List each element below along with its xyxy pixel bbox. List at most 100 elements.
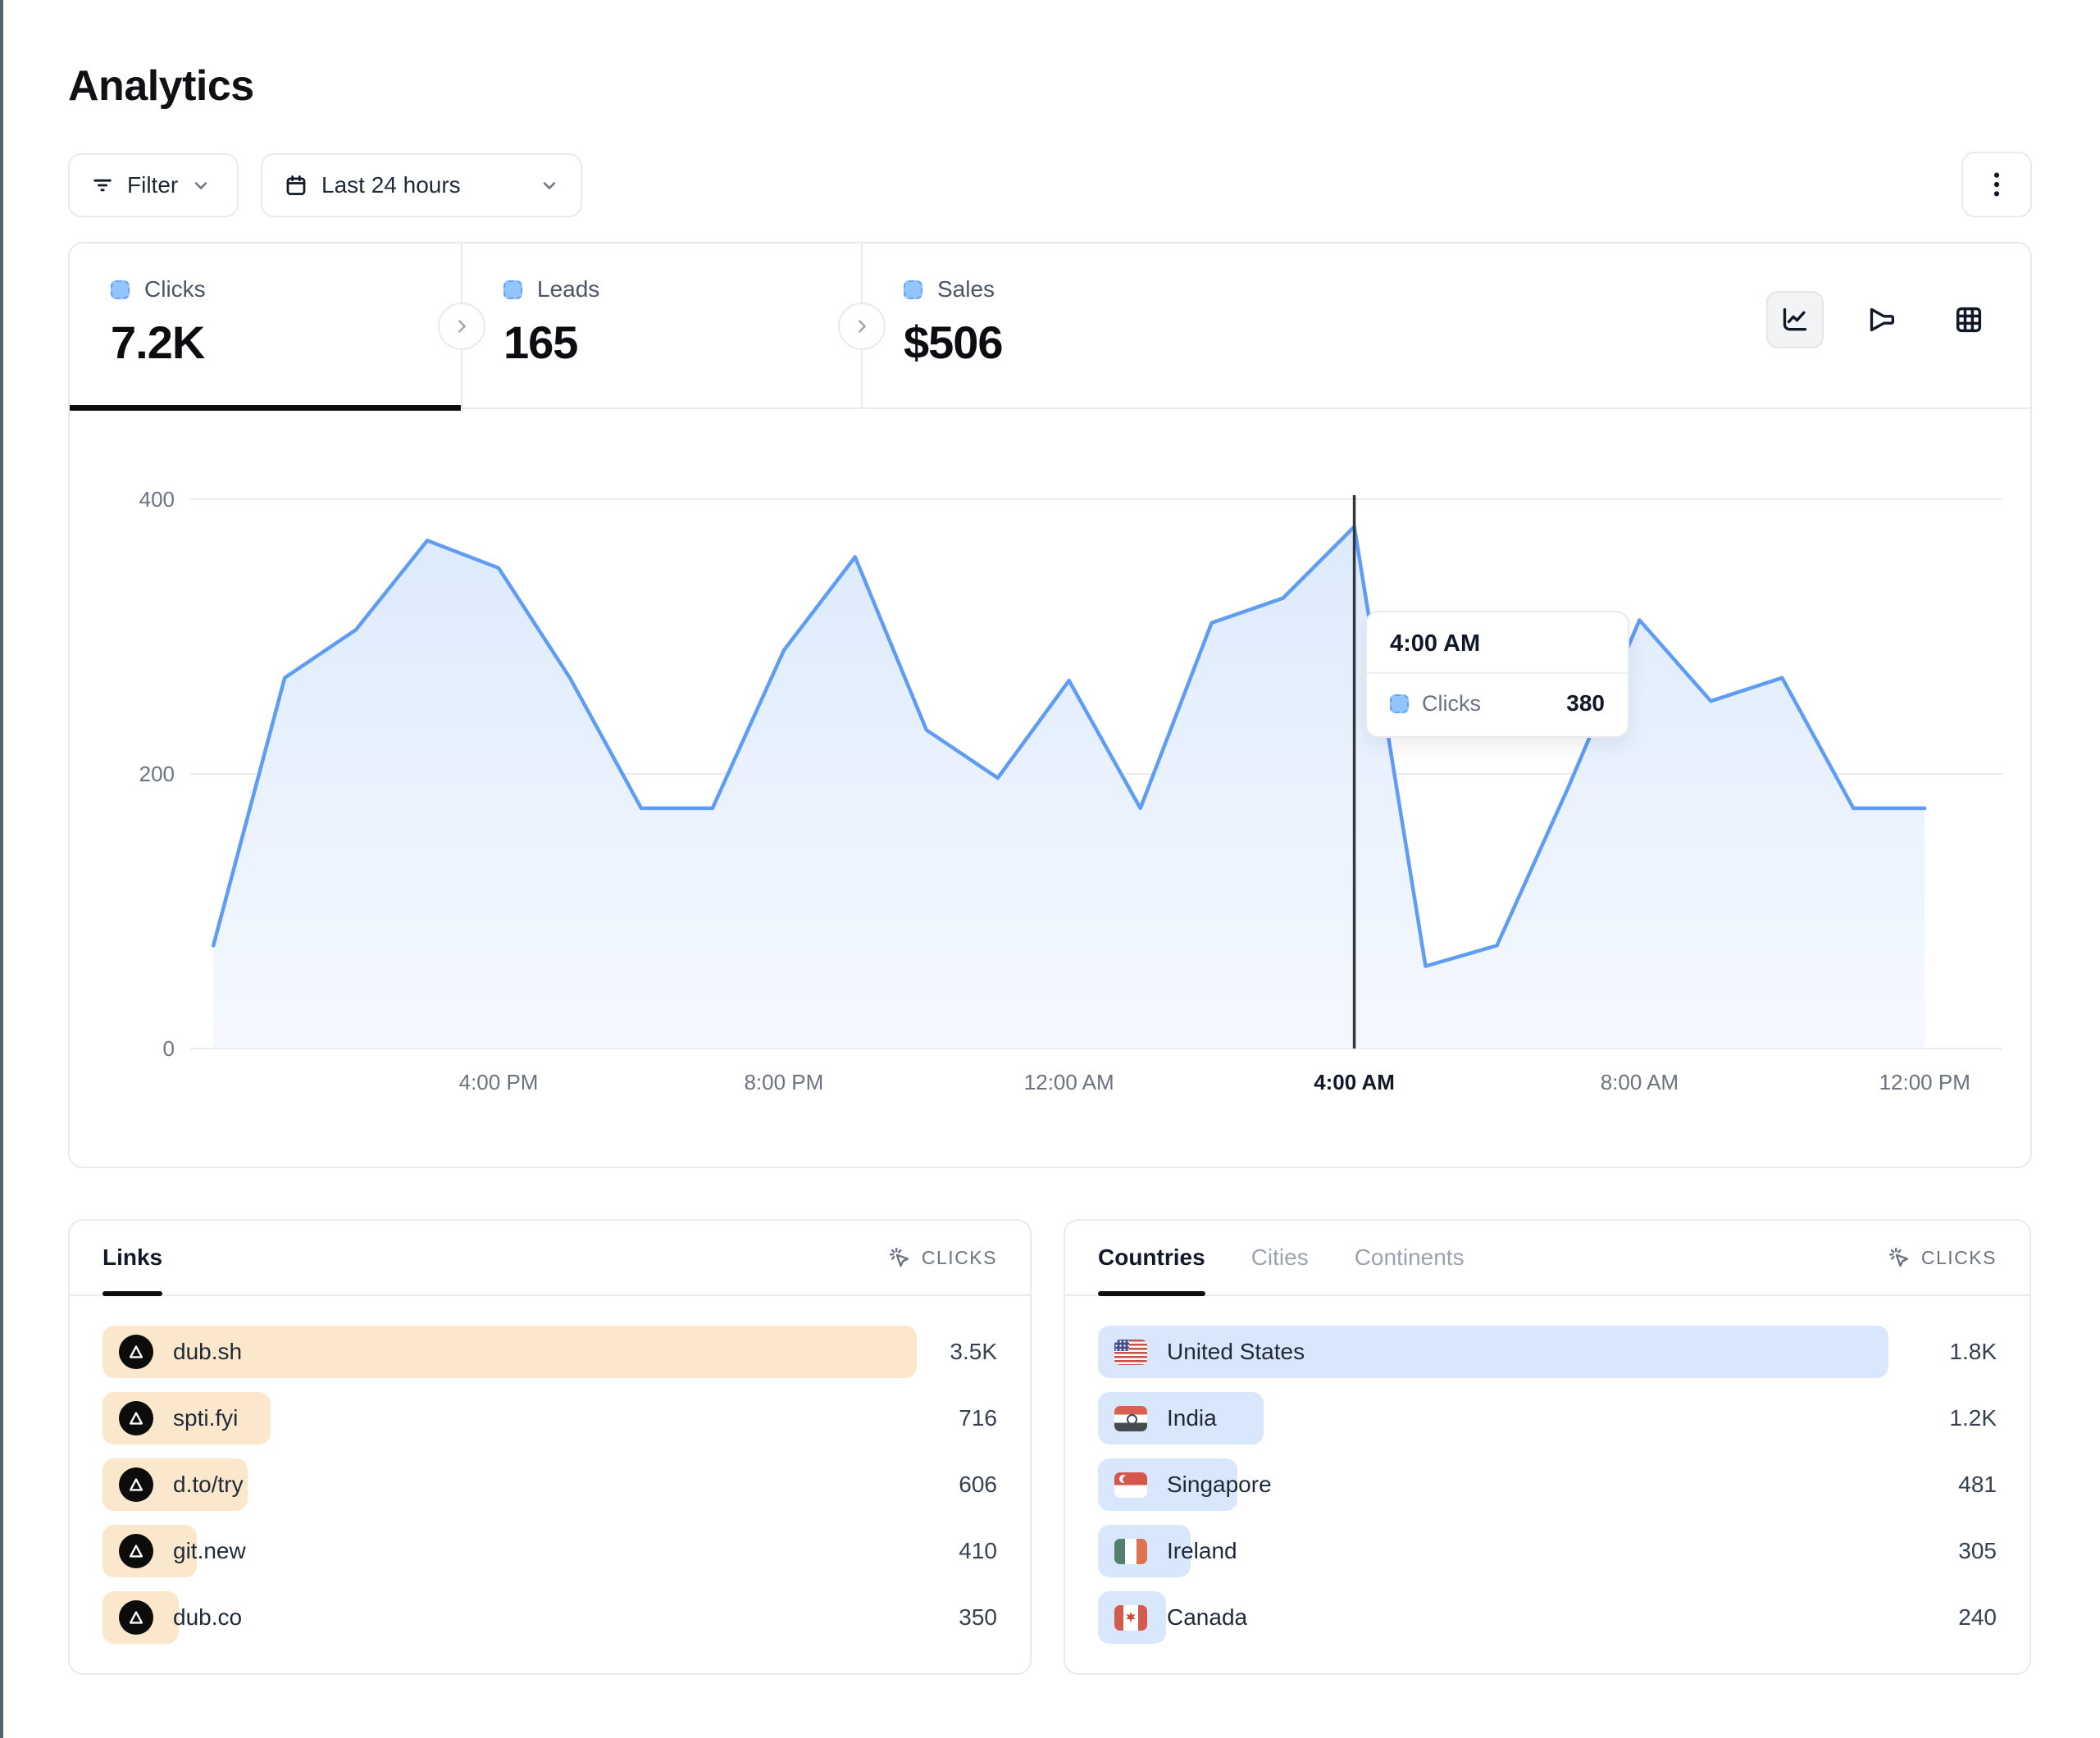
dub-logo-icon	[119, 1335, 153, 1369]
active-tab-underline	[1098, 1291, 1205, 1296]
row-value: 350	[959, 1604, 997, 1631]
countries-metric-header[interactable]: CLICKS	[1887, 1245, 1997, 1270]
active-tab-underline	[102, 1291, 162, 1296]
row-label: India	[1167, 1405, 1217, 1431]
filter-button-label: Filter	[127, 172, 178, 198]
row-label: dub.sh	[173, 1339, 242, 1365]
tab-continents[interactable]: Continents	[1355, 1221, 1465, 1294]
list-item[interactable]: United States 1.8K	[1098, 1326, 1997, 1378]
tab-countries[interactable]: Countries	[1098, 1221, 1205, 1294]
analytics-card: Clicks 7.2K Leads 165 Sales $506	[68, 242, 2032, 1168]
stat-tabs-row: Clicks 7.2K Leads 165 Sales $506	[70, 243, 2030, 409]
row-label: spti.fyi	[173, 1405, 238, 1431]
page-title: Analytics	[68, 61, 254, 111]
row-value: 1.2K	[1949, 1405, 1997, 1431]
tooltip-time: 4:00 AM	[1367, 612, 1628, 674]
list-item[interactable]: spti.fyi 716	[102, 1392, 997, 1445]
x-axis-label: 8:00 PM	[744, 1070, 823, 1094]
list-item[interactable]: dub.sh 3.5K	[102, 1326, 997, 1378]
row-value: 716	[959, 1405, 997, 1431]
flag-us-icon	[1114, 1340, 1147, 1365]
analytics-page: Analytics Filter Last 24 hours	[0, 0, 2100, 1738]
countries-panel: Countries Cities Continents CLICKS Unite…	[1064, 1219, 2031, 1675]
chevron-down-icon	[191, 175, 211, 195]
metric-label: CLICKS	[1921, 1247, 1997, 1269]
date-range-label: Last 24 hours	[321, 172, 461, 198]
leads-legend-marker	[503, 280, 522, 299]
row-label: United States	[1167, 1339, 1305, 1365]
x-axis-label: 8:00 AM	[1601, 1070, 1679, 1094]
row-value: 481	[1958, 1472, 1997, 1498]
list-item[interactable]: dub.co 350	[102, 1591, 997, 1644]
countries-tab-label: Countries	[1098, 1244, 1205, 1271]
row-value: 3.5K	[950, 1339, 997, 1365]
chevron-right-icon	[453, 317, 471, 335]
stat-value: 165	[503, 316, 861, 369]
expand-clicks-button[interactable]	[438, 303, 485, 350]
x-axis-label: 12:00 AM	[1024, 1070, 1114, 1094]
window-edge-accent	[0, 0, 3, 1738]
row-label: Singapore	[1167, 1472, 1272, 1498]
sales-legend-marker	[904, 280, 922, 299]
tab-clicks[interactable]: Clicks 7.2K	[70, 243, 461, 409]
row-label: Ireland	[1167, 1538, 1237, 1564]
row-value: 410	[959, 1538, 997, 1564]
row-label: d.to/try	[173, 1472, 244, 1498]
links-panel: Links CLICKS dub.sh 3.5K spti.fyi 716 d.to/t…	[68, 1219, 1032, 1675]
filter-button[interactable]: Filter	[68, 153, 239, 217]
dub-logo-icon	[119, 1600, 153, 1635]
row-label: dub.co	[173, 1604, 242, 1631]
line-chart-view-button[interactable]	[1766, 291, 1824, 348]
list-item[interactable]: India 1.2K	[1098, 1392, 1997, 1445]
list-item[interactable]: Singapore 481	[1098, 1458, 1997, 1511]
tab-cities[interactable]: Cities	[1251, 1221, 1309, 1294]
tooltip-value: 380	[1566, 690, 1605, 717]
continents-tab-label: Continents	[1355, 1244, 1465, 1271]
row-value: 305	[1958, 1538, 1997, 1564]
flag-in-icon	[1114, 1406, 1147, 1431]
funnel-chart-view-button[interactable]	[1853, 291, 1911, 348]
dub-logo-icon	[119, 1401, 153, 1435]
list-item[interactable]: d.to/try606	[102, 1458, 997, 1511]
tab-sales[interactable]: Sales $506	[863, 243, 1261, 409]
y-axis-label: 400	[139, 487, 175, 512]
links-metric-header[interactable]: CLICKS	[887, 1245, 997, 1270]
calendar-icon	[284, 173, 308, 198]
date-range-button[interactable]: Last 24 hours	[261, 153, 582, 217]
stat-label: Clicks	[144, 276, 206, 303]
row-value: 240	[1958, 1604, 1997, 1631]
list-item[interactable]: git.new410	[102, 1525, 997, 1577]
line-chart-icon	[1779, 303, 1811, 336]
dub-logo-icon	[119, 1534, 153, 1568]
flag-ie-icon	[1114, 1539, 1147, 1564]
expand-leads-button[interactable]	[838, 303, 886, 350]
tab-leads[interactable]: Leads 165	[462, 243, 861, 409]
tooltip-series-label: Clicks	[1422, 691, 1481, 717]
chart-tooltip: 4:00 AM Clicks 380	[1365, 611, 1629, 738]
chevron-right-icon	[853, 317, 871, 335]
list-item[interactable]: Canada 240	[1098, 1591, 1997, 1644]
row-label: Canada	[1167, 1604, 1247, 1631]
y-axis-label: 200	[139, 762, 175, 786]
flag-ca-icon	[1114, 1605, 1147, 1631]
cities-tab-label: Cities	[1251, 1244, 1309, 1271]
cursor-click-icon	[1887, 1245, 1911, 1270]
kebab-menu-icon	[1984, 171, 2009, 198]
clicks-area-chart[interactable]: 02004004:00 PM8:00 PM12:00 AM4:00 AM8:00…	[70, 409, 2034, 1168]
list-item[interactable]: Ireland 305	[1098, 1525, 1997, 1577]
cursor-click-icon	[887, 1245, 912, 1270]
tooltip-legend-marker	[1390, 694, 1409, 713]
more-options-button[interactable]	[1961, 152, 2032, 217]
table-icon	[1952, 303, 1985, 336]
row-value: 1.8K	[1949, 1339, 1997, 1365]
stat-label: Sales	[937, 276, 995, 303]
metric-label: CLICKS	[922, 1247, 997, 1269]
funnel-chart-icon	[1865, 303, 1898, 336]
filter-icon	[91, 174, 114, 197]
area-fill	[213, 527, 1925, 1049]
stat-label: Leads	[537, 276, 599, 303]
table-view-button[interactable]	[1940, 291, 1998, 348]
links-tab-label: Links	[102, 1244, 162, 1271]
tab-links[interactable]: Links	[102, 1221, 162, 1294]
flag-sg-icon	[1114, 1472, 1147, 1498]
